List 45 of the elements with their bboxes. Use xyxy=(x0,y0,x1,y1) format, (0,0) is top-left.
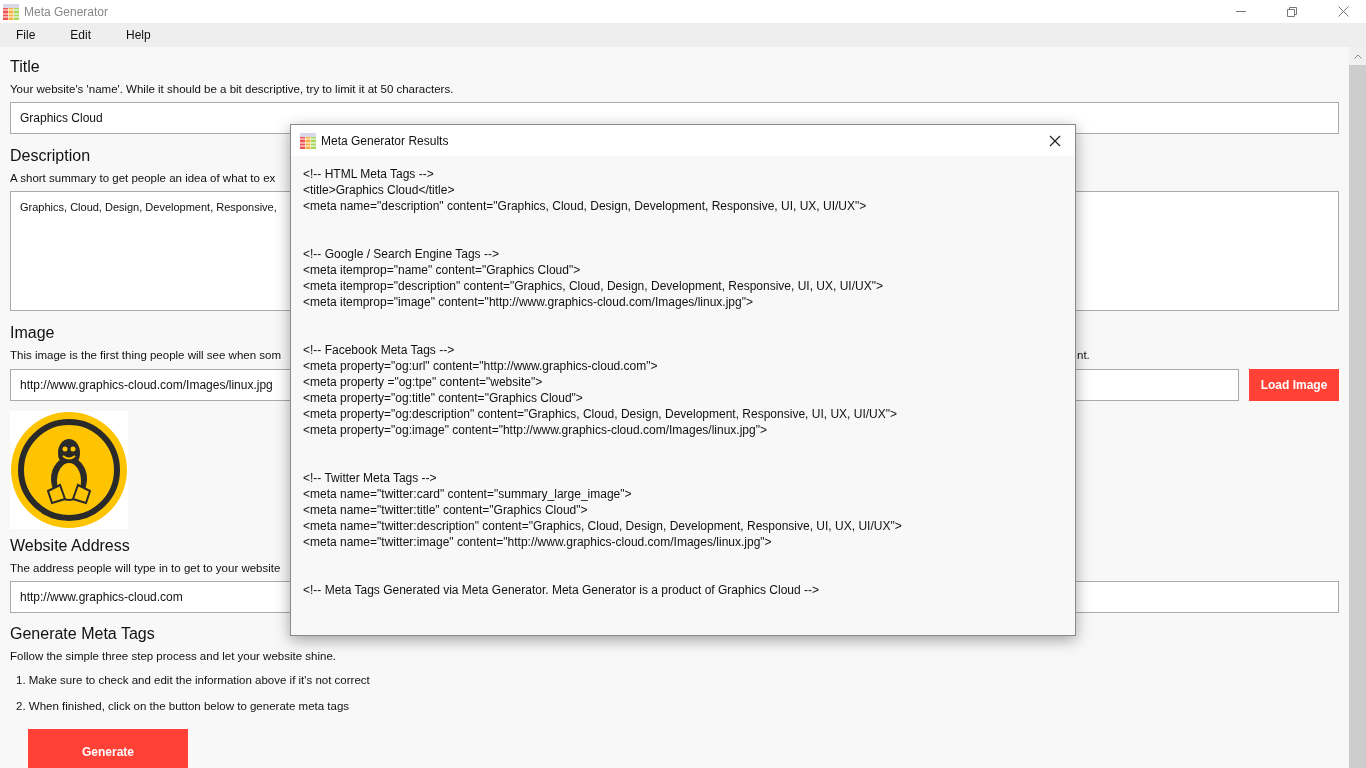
menu-item[interactable]: File xyxy=(6,23,46,47)
app-icon xyxy=(3,3,19,20)
close-icon xyxy=(1049,134,1061,147)
step-text: 2. When finished, click on the button below to generate meta tags xyxy=(15,699,350,714)
app-icon xyxy=(300,132,316,149)
code-line: <meta name="description" content="Graphics, Cloud, Design, Development, Responsive, UI, UX, UI/UX"> xyxy=(303,198,868,214)
code-line: <meta property="og:image" content="http://www.graphics-cloud.com/Images/linux.jpg"> xyxy=(303,422,768,438)
section-heading: Description xyxy=(10,146,91,166)
hint-text: A short summary to get people an idea of what to ex xyxy=(10,171,276,186)
code-line: <meta name="twitter:image" content="http://www.graphics-cloud.com/Images/linux.jpg"> xyxy=(303,534,773,550)
hint-text: Your website's 'name'. While it should be a bit descriptive, try to limit it at 50 characters. xyxy=(10,82,454,97)
code-line: <!-- Meta Tags Generated via Meta Generator. Meta Generator is a product of Graphics Cloud --> xyxy=(303,582,821,598)
code-line: <meta property="og:description" content="Graphics, Cloud, Design, Development, Responsive, UI, UX, UI/UX"> xyxy=(303,406,898,422)
code-line: <title>Graphics Cloud</title> xyxy=(303,182,456,198)
section-heading: Image xyxy=(10,323,55,343)
section-heading: Title xyxy=(10,57,40,77)
hint-text: nt. xyxy=(1077,348,1090,363)
code-line: <meta itemprop="name" content="Graphics Cloud"> xyxy=(303,262,582,278)
menu-item[interactable]: Edit xyxy=(60,23,102,47)
minimize-icon xyxy=(1236,11,1246,12)
code-line: <!-- Twitter Meta Tags --> xyxy=(303,470,438,486)
code-line: <meta property ="og:tpe" content="website"> xyxy=(303,374,544,390)
code-line: <meta name="twitter:title" content="Graphics Cloud"> xyxy=(303,502,589,518)
code-line: <meta property="og:title" content="Graphics Cloud"> xyxy=(303,390,584,406)
close-icon xyxy=(1337,6,1349,17)
restore-icon xyxy=(1287,6,1297,17)
intro-text: Follow the simple three step process and let your website shine. xyxy=(10,649,336,664)
menu-item[interactable]: Help xyxy=(116,23,161,47)
step-text: 1. Make sure to check and edit the information above if it's not correct xyxy=(15,673,370,688)
dialog-title: Meta Generator Results xyxy=(321,133,450,148)
code-line: <meta property="og:url" content="http://www.graphics-cloud.com"> xyxy=(303,358,659,374)
scroll-up-icon xyxy=(1353,53,1362,59)
code-line: <!-- Google / Search Engine Tags --> xyxy=(303,246,500,262)
code-line: <meta name="twitter:description" content="Graphics, Cloud, Design, Development, Responsive, UI, UX, UI/UX"> xyxy=(303,518,903,534)
scrollbar[interactable] xyxy=(1349,47,1366,768)
section-heading: Website Address xyxy=(10,536,130,556)
code-line: <meta name="twitter:card" content="summary_large_image"> xyxy=(303,486,633,502)
section-heading: Generate Meta Tags xyxy=(10,624,155,644)
code-line: <!-- HTML Meta Tags --> xyxy=(303,166,435,182)
code-line: <meta itemprop="description" content="Graphics, Cloud, Design, Development, Responsive, UI, UX, UI/UX"> xyxy=(303,278,884,294)
hint-text: The address people will type in to get to your website xyxy=(10,561,281,576)
code-line: <!-- Facebook Meta Tags --> xyxy=(303,342,456,358)
window-title: Meta Generator xyxy=(24,4,110,19)
code-line: <meta itemprop="image" content="http://www.graphics-cloud.com/Images/linux.jpg"> xyxy=(303,294,754,310)
hint-text: This image is the first thing people will see when som xyxy=(10,348,281,363)
